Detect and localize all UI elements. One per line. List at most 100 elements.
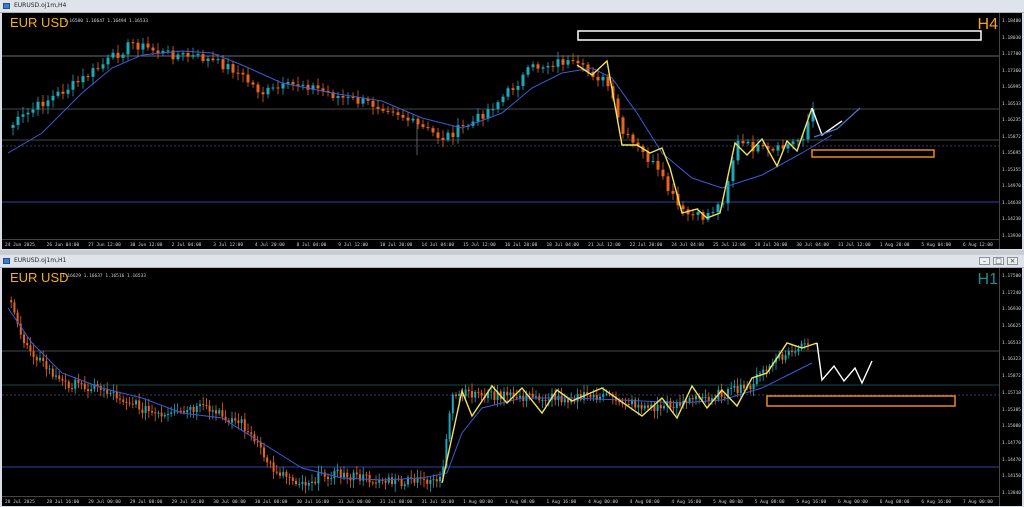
candle-body xyxy=(141,43,145,50)
candle-body xyxy=(31,109,35,113)
candle-body xyxy=(541,67,545,69)
candle-body xyxy=(571,60,575,62)
candle-body xyxy=(797,348,800,352)
candle-body xyxy=(426,479,429,484)
candle-body xyxy=(429,479,432,484)
candle-body xyxy=(32,351,35,358)
h1-ohlc-readout: 1.16629 1.16637 1.16516 1.16533 xyxy=(62,274,146,279)
candle-body xyxy=(251,82,255,85)
candle-body xyxy=(381,108,385,111)
candle-body xyxy=(51,368,54,377)
candle-body xyxy=(368,474,371,483)
candle-body xyxy=(803,343,806,345)
candle-body xyxy=(256,441,259,443)
time-tick-label: 26 Jun 04:00 xyxy=(46,243,80,248)
candle-body xyxy=(121,54,125,58)
candle-body xyxy=(125,401,128,403)
candle-body xyxy=(288,476,291,478)
candle-body xyxy=(109,392,112,394)
time-tick-label: 24 Jun 2025 xyxy=(5,243,35,248)
candle-body xyxy=(55,375,57,377)
candle-body xyxy=(275,471,278,473)
candle-body xyxy=(199,404,201,407)
price-tick-label: 1.17700 xyxy=(1002,52,1021,58)
time-tick-label: 9 Jul 12:00 xyxy=(338,243,369,248)
candle-body xyxy=(640,404,643,409)
h1-symbol-label: EUR USD xyxy=(10,270,69,285)
candle-body xyxy=(26,343,29,346)
candle-body xyxy=(643,405,646,409)
candle-body xyxy=(706,213,710,220)
candle-body xyxy=(531,64,535,68)
candle-body xyxy=(752,383,755,390)
candle-body xyxy=(791,350,793,353)
candle-body xyxy=(81,76,85,83)
h4-time-axis[interactable]: 24 Jun 2025 26 Jun 04:00 27 Jun 12:00 30 Ju… xyxy=(2,239,1000,249)
candle-body xyxy=(535,396,537,398)
h1-price-axis[interactable]: 1.17500 1.17240 1.16930 1.16625 1.16533 1.163… xyxy=(999,268,1022,506)
candle-body xyxy=(208,405,211,412)
candle-body xyxy=(784,355,787,360)
candle-body xyxy=(601,76,605,81)
zigzag-wave-line xyxy=(441,342,818,484)
candle-body xyxy=(246,74,250,83)
price-tick-label: 1.13930 xyxy=(1002,234,1021,239)
candle-body xyxy=(506,88,510,97)
candle-body xyxy=(762,369,765,374)
h1-titlebar[interactable]: EURUSD.oj1m,H1 – □ × xyxy=(0,255,1024,268)
candle-body xyxy=(723,396,726,398)
time-tick-label: 21 Jul 12:00 xyxy=(588,243,621,248)
candle-body xyxy=(211,410,214,412)
candle-body xyxy=(291,477,294,481)
candle-body xyxy=(474,391,477,398)
h1-time-axis[interactable]: 28 Jul 2025 28 Jul 16:00 29 Jul 00:00 29 Ju… xyxy=(2,496,1000,506)
maximize-button[interactable]: □ xyxy=(993,257,1004,265)
time-tick-label: 28 Jul 16:00 xyxy=(46,500,80,505)
minimize-button[interactable]: – xyxy=(979,257,990,265)
candle-body xyxy=(116,52,120,58)
candle-body xyxy=(237,420,240,423)
candle-body xyxy=(346,472,349,478)
candle-body xyxy=(736,385,739,394)
candle-body xyxy=(307,482,310,486)
candle-body xyxy=(141,409,144,414)
candle-body xyxy=(801,139,805,141)
candle-body xyxy=(391,477,393,485)
candle-body xyxy=(339,469,342,478)
candle-body xyxy=(343,472,345,478)
h1-chart-window: EURUSD.oj1m,H1 – □ × EUR USD 1.16629 1.1… xyxy=(0,255,1024,507)
candle-body xyxy=(403,484,406,487)
candle-body xyxy=(637,404,640,408)
h4-price-axis[interactable]: 1.18400 1.18030 1.17700 1.17360 1.16995 1.165… xyxy=(999,13,1022,249)
candle-body xyxy=(36,101,40,110)
candle-body xyxy=(651,161,655,163)
candle-body xyxy=(16,116,20,125)
price-tick-label: 1.15080 xyxy=(1002,424,1021,430)
candle-body xyxy=(191,55,195,57)
candle-body xyxy=(64,380,67,382)
candle-body xyxy=(272,462,275,472)
candle-body xyxy=(446,132,450,140)
candle-body xyxy=(298,483,301,485)
candle-body xyxy=(311,481,313,483)
time-tick-label: 31 Jul 00:00 xyxy=(338,500,371,505)
candle-body xyxy=(67,381,70,389)
candle-body xyxy=(317,472,320,484)
candle-body xyxy=(787,350,790,356)
time-tick-label: 30 Jul 00:00 xyxy=(213,500,246,505)
time-tick-label: 3 Jul 12:00 xyxy=(213,243,244,248)
candle-body xyxy=(77,379,80,384)
candle-body xyxy=(556,59,560,67)
candle-body xyxy=(256,84,260,93)
moving-average-line xyxy=(7,307,813,481)
h4-chart-area[interactable]: EUR USD 1.16580 1.16647 1.16494 1.16533 … xyxy=(2,13,1022,249)
candle-body xyxy=(186,52,190,57)
close-button[interactable]: × xyxy=(1007,257,1018,265)
price-tick-label: 1.17500 xyxy=(1002,274,1021,279)
candle-body xyxy=(87,389,89,392)
candle-body xyxy=(215,410,217,414)
h1-chart-area[interactable]: EUR USD 1.16629 1.16637 1.16516 1.16533 … xyxy=(2,268,1022,506)
h4-titlebar[interactable]: EURUSD.oj1m,H4 xyxy=(0,0,1024,13)
candle-body xyxy=(451,394,454,414)
candle-body xyxy=(304,481,307,486)
